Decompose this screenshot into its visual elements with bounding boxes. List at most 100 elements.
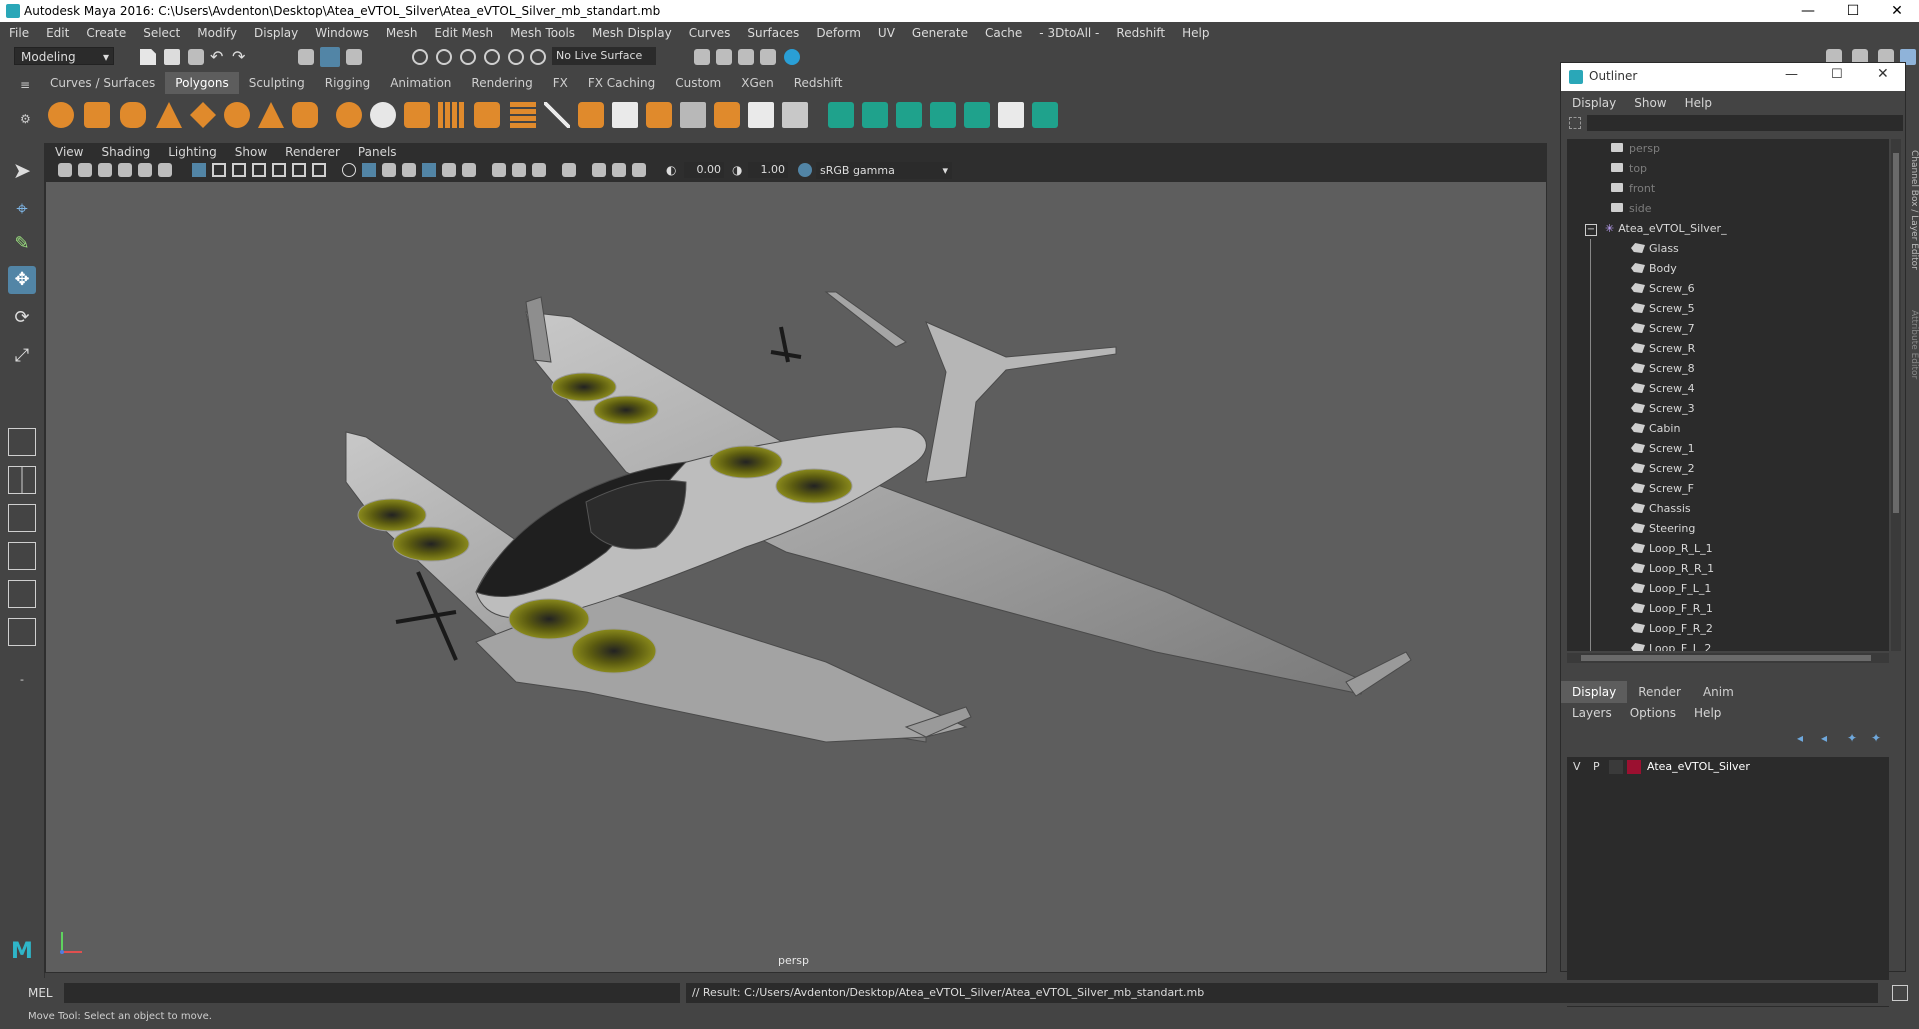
view-transform-dropdown[interactable]: sRGB gamma ▾: [816, 162, 952, 179]
2d-pan-zoom-icon[interactable]: [138, 163, 152, 177]
viewport-menu-lighting[interactable]: Lighting: [159, 143, 226, 161]
gate-mask-icon[interactable]: [252, 163, 266, 177]
collapse-toolbox-icon[interactable]: -: [8, 666, 36, 694]
tab-animation[interactable]: Animation: [380, 72, 461, 94]
automatic-map-icon[interactable]: [964, 102, 990, 128]
tree-item-child[interactable]: Steering: [1567, 519, 1889, 539]
menu-edit[interactable]: Edit: [37, 22, 77, 44]
smooth-icon[interactable]: [438, 102, 464, 128]
poly-sphere-icon[interactable]: [48, 102, 74, 128]
move-layer-down-icon[interactable]: ◂: [1821, 731, 1827, 745]
combine-icon[interactable]: [336, 102, 362, 128]
image-plane-icon[interactable]: [118, 163, 132, 177]
snap-view-plane-icon[interactable]: [484, 49, 500, 65]
tab-display-layers[interactable]: Display: [1561, 681, 1628, 703]
tree-item-child[interactable]: Screw_5: [1567, 299, 1889, 319]
tree-item-child[interactable]: Screw_3: [1567, 399, 1889, 419]
attribute-editor-side-tab[interactable]: Attribute Editor: [1908, 310, 1919, 410]
separate-icon[interactable]: [370, 102, 396, 128]
ipr-render-icon[interactable]: [738, 49, 754, 65]
tree-item-child[interactable]: Screw_7: [1567, 319, 1889, 339]
tree-item-child[interactable]: Screw_R: [1567, 339, 1889, 359]
fill-hole-icon[interactable]: [680, 102, 706, 128]
quad-draw-icon[interactable]: [782, 102, 808, 128]
poly-cylinder-icon[interactable]: [120, 102, 146, 128]
render-view-icon[interactable]: [760, 49, 776, 65]
tree-item-child[interactable]: Loop_R_R_1: [1567, 559, 1889, 579]
menu-redshift[interactable]: Redshift: [1107, 22, 1173, 44]
graph-persp-layout-icon[interactable]: [8, 542, 36, 570]
tab-anim-layers[interactable]: Anim: [1692, 681, 1745, 703]
wireframe-on-shaded-icon[interactable]: [402, 163, 416, 177]
menu-surfaces[interactable]: Surfaces: [738, 22, 807, 44]
tab-fx-caching[interactable]: FX Caching: [578, 72, 665, 94]
3d-viewport[interactable]: persp: [46, 182, 1546, 972]
layer-menu-layers[interactable]: Layers: [1563, 703, 1621, 723]
motion-blur-icon[interactable]: [512, 163, 526, 177]
scrollbar-thumb[interactable]: [1581, 655, 1871, 661]
safe-action-icon[interactable]: [292, 163, 306, 177]
insert-edge-loop-icon[interactable]: [748, 102, 774, 128]
grid-toggle-icon[interactable]: [192, 163, 206, 177]
snap-point-icon[interactable]: [460, 49, 476, 65]
spherical-map-icon[interactable]: [930, 102, 956, 128]
resolution-gate-icon[interactable]: [232, 163, 246, 177]
poly-plane-icon[interactable]: [190, 102, 216, 128]
maximize-button[interactable]: ☐: [1830, 0, 1876, 22]
use-all-lights-icon[interactable]: [442, 163, 456, 177]
anti-aliasing-icon[interactable]: [532, 163, 546, 177]
menu-cache[interactable]: Cache: [976, 22, 1030, 44]
layer-visibility-toggle[interactable]: V: [1573, 760, 1581, 773]
tree-item-child[interactable]: Chassis: [1567, 499, 1889, 519]
layer-color-swatch[interactable]: [1627, 760, 1641, 774]
select-by-component-icon[interactable]: [346, 49, 362, 65]
tree-item-child[interactable]: Screw_4: [1567, 379, 1889, 399]
tab-rendering[interactable]: Rendering: [461, 72, 542, 94]
safe-title-icon[interactable]: [312, 163, 326, 177]
tree-item-persp[interactable]: persp: [1567, 139, 1889, 159]
tab-render-layers[interactable]: Render: [1627, 681, 1692, 703]
layer-name[interactable]: Atea_eVTOL_Silver: [1647, 760, 1750, 773]
tree-item-side[interactable]: side: [1567, 199, 1889, 219]
poly-torus-icon[interactable]: [224, 102, 250, 128]
tree-item-child[interactable]: Loop_F_L_2: [1567, 639, 1889, 651]
tree-item-child[interactable]: Glass: [1567, 239, 1889, 259]
poly-cone-icon[interactable]: [156, 102, 182, 128]
isolate-select-icon[interactable]: [562, 163, 576, 177]
scrollbar-thumb[interactable]: [1893, 153, 1899, 513]
menu-windows[interactable]: Windows: [306, 22, 377, 44]
tree-item-child[interactable]: Screw_2: [1567, 459, 1889, 479]
menu-mesh[interactable]: Mesh: [377, 22, 426, 44]
poly-cube-icon[interactable]: [84, 102, 110, 128]
layer-menu-options[interactable]: Options: [1621, 703, 1685, 723]
viewport-menu-shading[interactable]: Shading: [92, 143, 159, 161]
hypershade-icon[interactable]: [784, 49, 800, 65]
boolean-icon[interactable]: [474, 102, 500, 128]
color-management-icon[interactable]: [798, 163, 812, 177]
wireframe-icon[interactable]: [342, 163, 356, 177]
tab-rigging[interactable]: Rigging: [315, 72, 380, 94]
viewport-menu-show[interactable]: Show: [226, 143, 276, 161]
field-chart-icon[interactable]: [272, 163, 286, 177]
menu-3dtoall[interactable]: - 3DtoAll -: [1030, 22, 1107, 44]
outliner-horizontal-scrollbar[interactable]: [1567, 653, 1889, 663]
menu-deform[interactable]: Deform: [807, 22, 869, 44]
tree-item-child[interactable]: Screw_8: [1567, 359, 1889, 379]
layer-reference-toggle[interactable]: [1609, 760, 1623, 774]
select-tool-icon[interactable]: ➤: [8, 158, 36, 186]
select-by-hierarchy-icon[interactable]: [298, 49, 314, 65]
extrude-icon[interactable]: [578, 102, 604, 128]
script-editor-icon[interactable]: [1892, 985, 1908, 1001]
render-frame-icon[interactable]: [716, 49, 732, 65]
new-layer-selected-icon[interactable]: ✦: [1871, 731, 1881, 745]
lasso-tool-icon[interactable]: ⌖: [8, 194, 36, 222]
hypershade-layout-icon[interactable]: [8, 580, 36, 608]
make-live-icon[interactable]: [530, 49, 546, 65]
gamma-field[interactable]: 1.00: [748, 162, 788, 178]
layer-menu-help[interactable]: Help: [1685, 703, 1730, 723]
script-editor-layout-icon[interactable]: [8, 618, 36, 646]
bevel-icon[interactable]: [612, 102, 638, 128]
film-gate-icon[interactable]: [212, 163, 226, 177]
cylindrical-map-icon[interactable]: [896, 102, 922, 128]
open-scene-icon[interactable]: [164, 49, 180, 65]
